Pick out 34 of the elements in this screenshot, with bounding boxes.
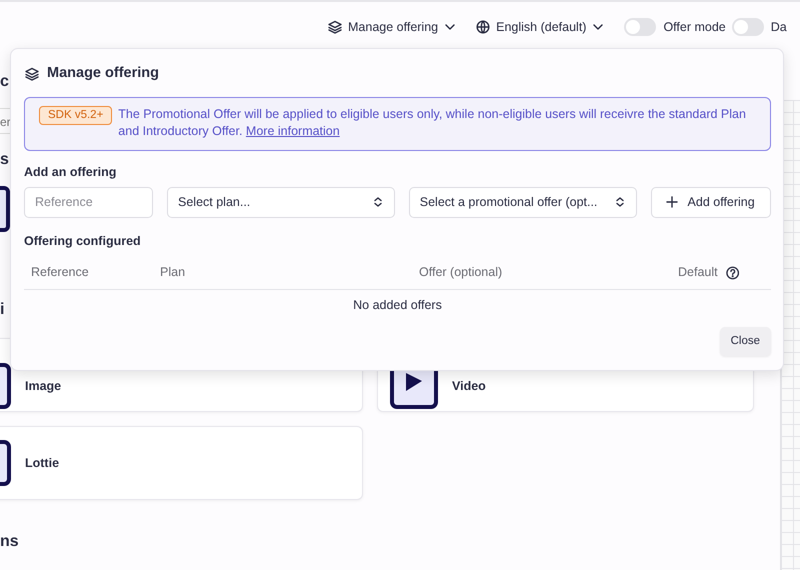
- column-header: Default: [678, 264, 718, 282]
- toggle-switch[interactable]: [624, 18, 656, 36]
- layers-icon: [25, 66, 39, 81]
- toggle-switch[interactable]: [732, 18, 764, 36]
- reference-field[interactable]: Reference: [24, 186, 153, 218]
- column-header: Reference: [31, 264, 89, 282]
- section-heading: c: [0, 72, 9, 92]
- section-heading: s: [0, 150, 9, 170]
- layers-icon: [328, 20, 342, 34]
- menu-button[interactable]: English (default): [476, 18, 604, 36]
- globe-icon: [476, 20, 490, 34]
- media-card[interactable]: Lottie: [0, 426, 363, 500]
- plus-icon: [666, 196, 678, 208]
- select-field[interactable]: Select plan...: [167, 186, 395, 218]
- notice-text: The Promotional Offer will be applied to eligible users only, while non-eligible users will receivre the standard Plan and Introductory Offer. More information: [118, 106, 747, 140]
- more-information-link[interactable]: More information: [246, 124, 340, 138]
- menu-button[interactable]: Manage offering: [328, 18, 456, 36]
- empty-message: No added offers: [353, 297, 442, 314]
- toggle-label: Da: [770, 18, 787, 36]
- section-heading: i: [0, 300, 4, 320]
- toggle-label: Offer mode: [663, 18, 726, 36]
- version-badge: SDK v5.2+: [39, 106, 112, 125]
- close-button[interactable]: Close: [720, 327, 771, 356]
- section-title: Add an offering: [24, 164, 118, 181]
- popover-title: Manage offering: [47, 64, 159, 83]
- column-header: Offer (optional): [419, 264, 502, 282]
- column-header: Plan: [160, 264, 186, 282]
- section-heading: ns: [0, 532, 19, 552]
- add-offering-button[interactable]: Add offering: [650, 186, 771, 218]
- section-title: Offering configured: [24, 232, 142, 250]
- up-down-chevron-icon: [372, 196, 384, 208]
- help-icon: [726, 266, 739, 280]
- select-field[interactable]: Select a promotional offer (opt...: [408, 186, 637, 218]
- up-down-chevron-icon: [614, 196, 626, 208]
